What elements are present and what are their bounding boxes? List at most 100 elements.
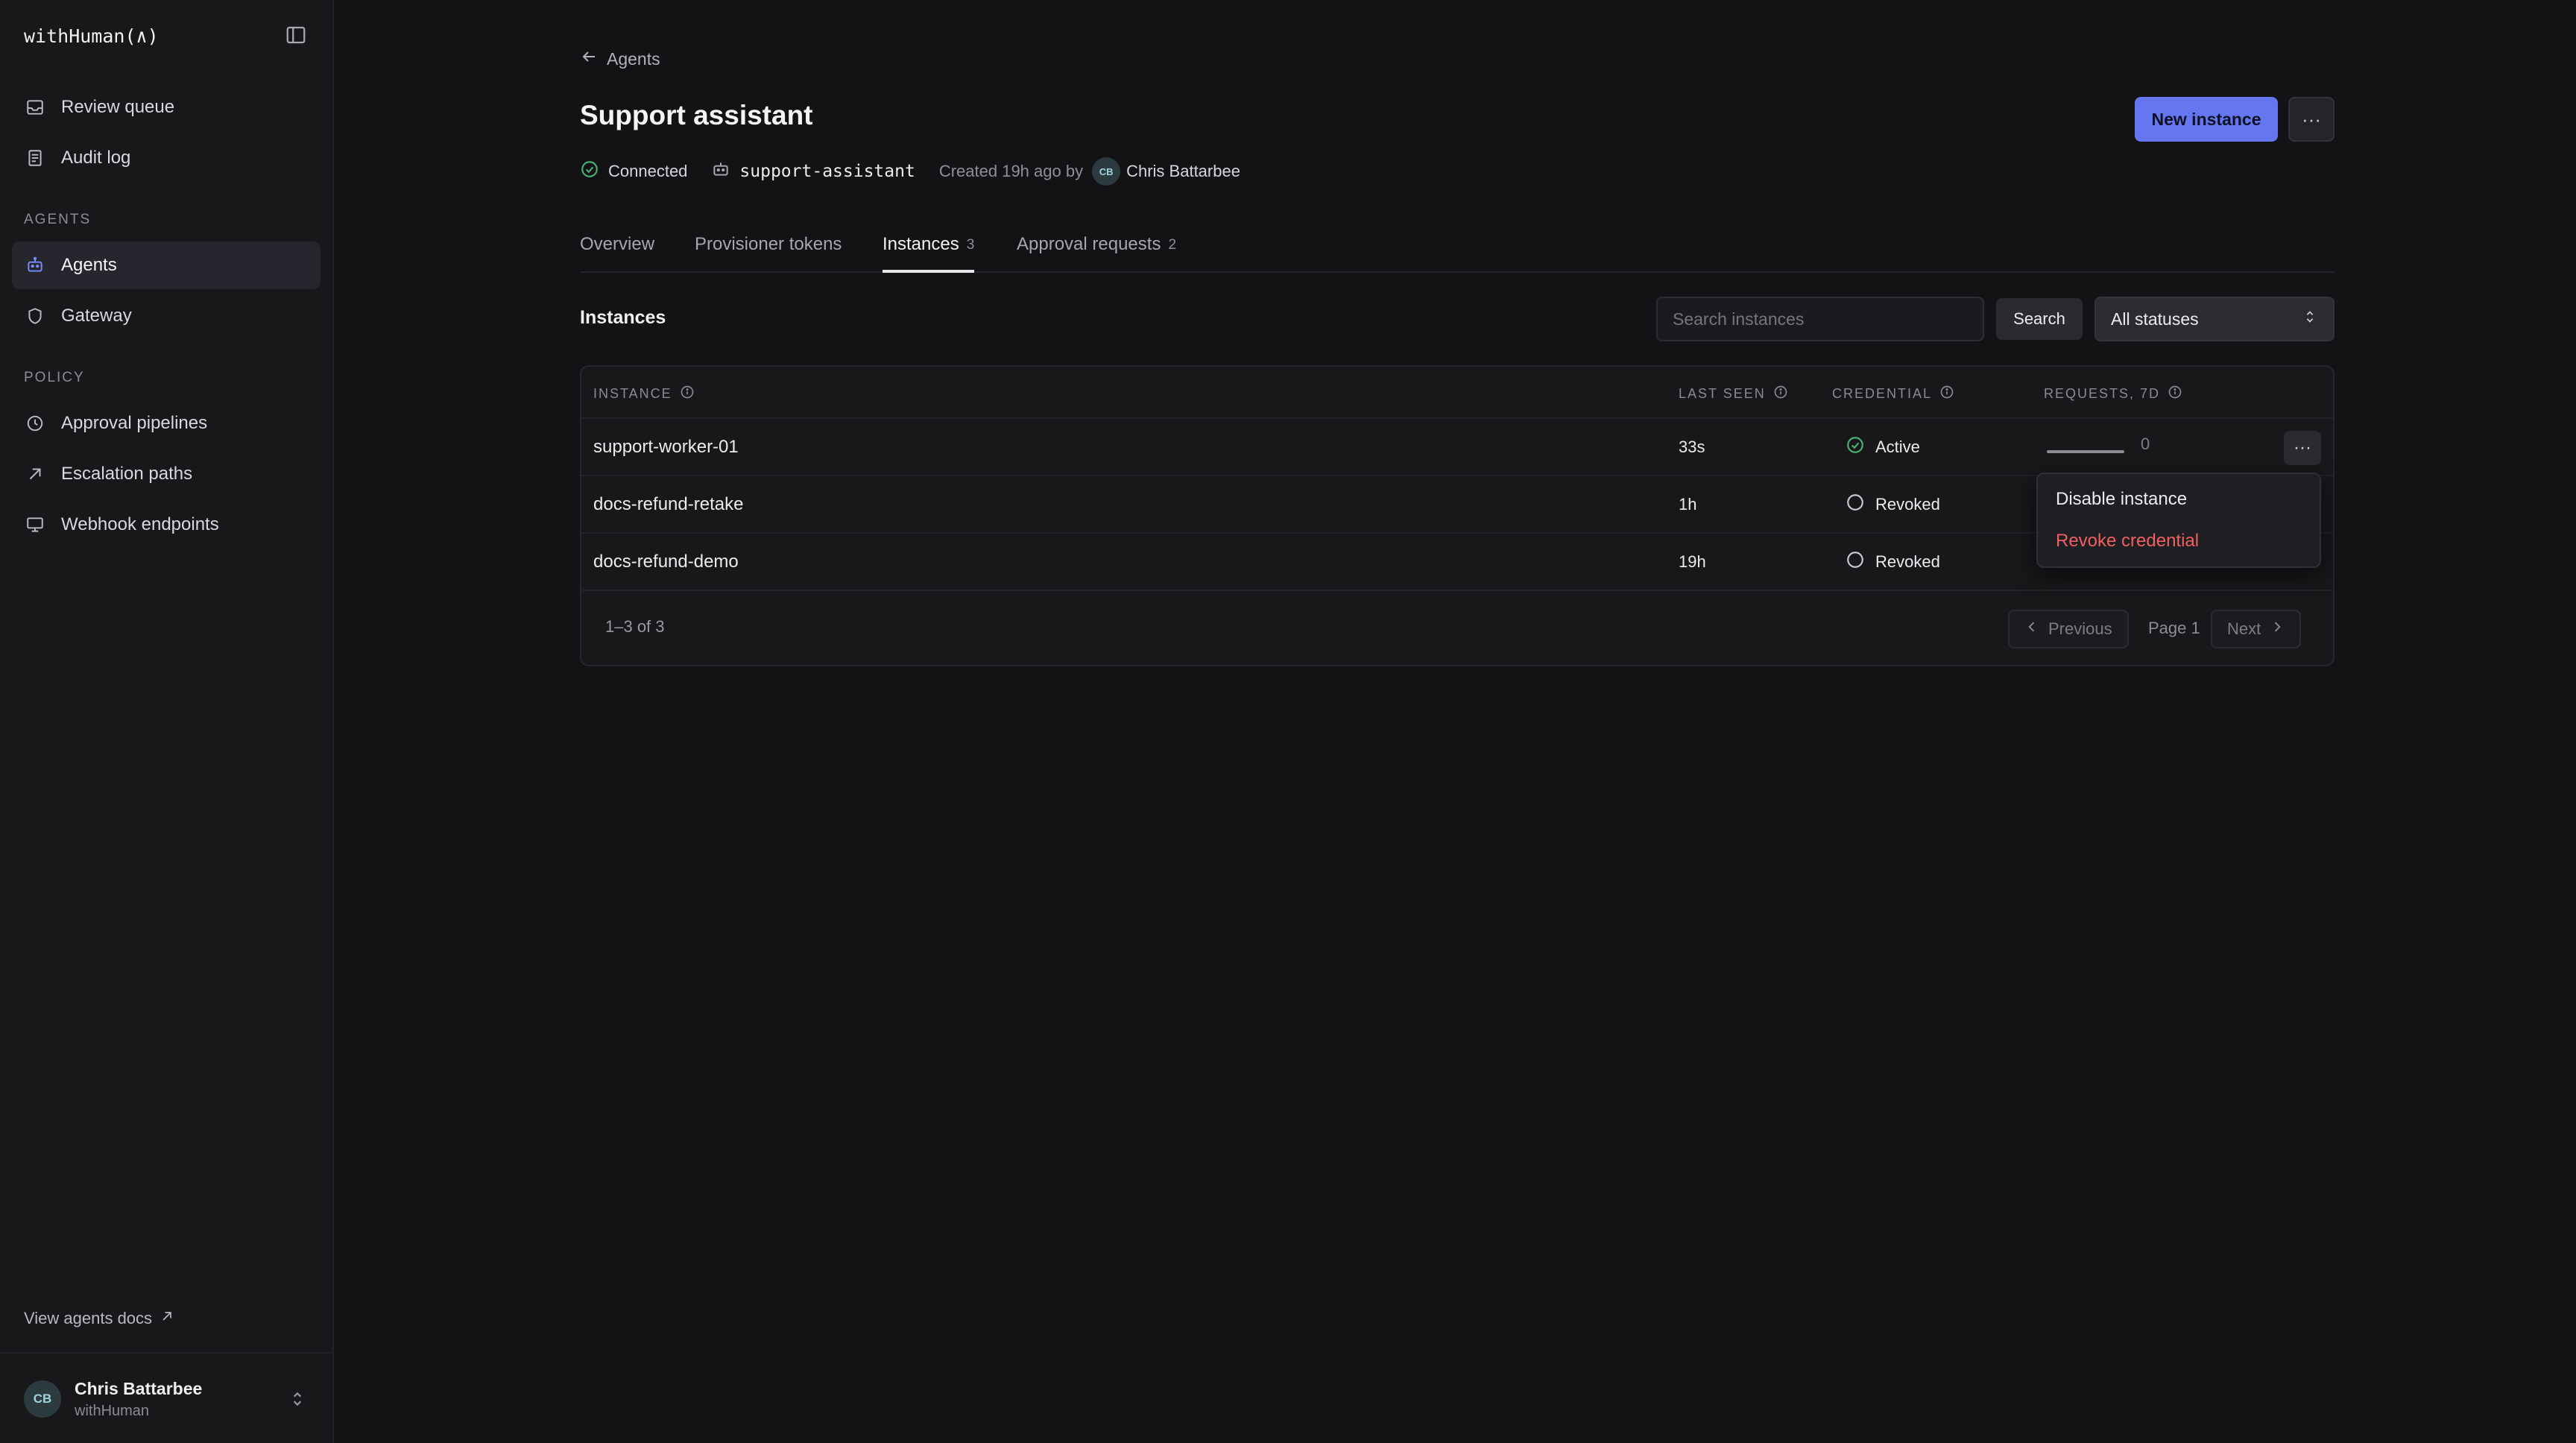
sidebar-toggle-icon[interactable] — [285, 24, 307, 46]
sidebar-item-label: Agents — [61, 255, 117, 275]
creator-name[interactable]: Chris Battarbee — [1126, 162, 1240, 181]
circle-icon — [1846, 493, 1865, 517]
clock-icon — [24, 412, 46, 435]
column-label: REQUESTS, 7D — [2044, 386, 2161, 401]
row-actions-button[interactable]: ··· — [2284, 431, 2321, 465]
docs-link-label: View agents docs — [24, 1309, 153, 1327]
agent-slug-label: support-assistant — [739, 162, 915, 181]
table-header: INSTANCE LAST SEEN CREDENTIAL REQUESTS, … — [581, 367, 2333, 419]
connection-status-label: Connected — [608, 162, 688, 180]
tab-bar: Overview Provisioner tokens Instances 3 … — [580, 224, 2334, 273]
check-circle-icon — [1846, 435, 1865, 459]
avatar: CB — [1092, 157, 1121, 186]
sidebar-item-audit-log[interactable]: Audit log — [12, 134, 321, 182]
search-button[interactable]: Search — [1996, 298, 2083, 340]
tab-count: 2 — [1168, 237, 1177, 253]
credential-status: Revoked — [1846, 476, 1940, 532]
agent-meta: Connected support-assistant Created 19h … — [580, 157, 1264, 186]
sidebar-item-approval-pipelines[interactable]: Approval pipelines — [12, 400, 321, 447]
sidebar-item-label: Webhook endpoints — [61, 514, 219, 534]
credential-status: Active — [1846, 419, 1920, 475]
sidebar-item-webhook-endpoints[interactable]: Webhook endpoints — [12, 501, 321, 549]
disable-instance-menu-item[interactable]: Disable instance — [2056, 489, 2187, 510]
search-input[interactable] — [1656, 297, 1984, 341]
next-page-button[interactable]: Next — [2211, 610, 2302, 648]
robot-icon — [711, 160, 730, 183]
sidebar: withHuman(∧) Review queue Audit log AGEN… — [0, 0, 334, 1443]
robot-icon — [24, 254, 46, 277]
user-menu[interactable]: CB Chris Battarbee withHuman — [0, 1352, 332, 1443]
external-link-icon — [160, 1309, 174, 1328]
sparkline — [2047, 449, 2124, 453]
arrow-up-right-icon — [24, 463, 46, 485]
tab-label: Overview — [580, 234, 655, 254]
info-icon[interactable] — [1773, 385, 1788, 403]
breadcrumb[interactable]: Agents — [580, 48, 660, 70]
page-indicator: Page 1 — [2148, 619, 2200, 637]
pagination-range: 1–3 of 3 — [605, 617, 665, 636]
tab-provisioner-tokens[interactable]: Provisioner tokens — [695, 234, 842, 273]
table-row[interactable]: support-worker-01 33s Active 0 ··· — [581, 419, 2333, 476]
credential-label: Revoked — [1875, 552, 1940, 571]
previous-label: Previous — [2048, 619, 2112, 638]
sidebar-item-escalation-paths[interactable]: Escalation paths — [12, 450, 321, 498]
info-icon[interactable] — [680, 385, 695, 403]
instance-name[interactable]: support-worker-01 — [593, 419, 739, 475]
requests-sparkline: 0 — [2047, 419, 2150, 475]
instance-name[interactable]: docs-refund-demo — [593, 534, 739, 590]
user-org: withHuman — [75, 1403, 150, 1419]
tab-label: Instances — [883, 234, 959, 254]
breadcrumb-label: Agents — [607, 48, 660, 69]
connection-status: Connected — [580, 160, 687, 183]
sidebar-item-label: Audit log — [61, 148, 131, 168]
revoke-credential-menu-item[interactable]: Revoke credential — [2056, 531, 2199, 552]
page-more-button[interactable]: ··· — [2288, 97, 2334, 142]
circle-icon — [1846, 550, 1865, 574]
requests-count: 0 — [2141, 434, 2150, 453]
avatar: CB — [24, 1380, 61, 1418]
shield-icon — [24, 305, 46, 327]
column-label: CREDENTIAL — [1832, 386, 1933, 401]
page-title: Support assistant — [580, 100, 813, 130]
tab-approval-requests[interactable]: Approval requests 2 — [1017, 234, 1176, 273]
credential-label: Revoked — [1875, 494, 1940, 514]
column-header-credential: CREDENTIAL — [1832, 385, 1954, 403]
sidebar-item-gateway[interactable]: Gateway — [12, 292, 321, 340]
view-docs-link[interactable]: View agents docs — [24, 1309, 174, 1328]
status-filter-value: All statuses — [2111, 309, 2199, 329]
new-instance-button[interactable]: New instance — [2135, 97, 2278, 142]
section-heading-policy: POLICY — [24, 370, 85, 385]
app-logo[interactable]: withHuman(∧) — [24, 25, 159, 47]
sidebar-item-label: Review queue — [61, 97, 175, 117]
chevron-right-icon — [2270, 619, 2285, 639]
chevron-up-down-icon[interactable] — [288, 1388, 307, 1410]
column-header-requests: REQUESTS, 7D — [2044, 385, 2182, 403]
last-seen: 19h — [1679, 552, 1706, 571]
row-actions-menu: Disable instance Revoke credential — [2036, 473, 2321, 568]
column-header-instance: INSTANCE — [593, 385, 695, 403]
sidebar-item-review-queue[interactable]: Review queue — [12, 83, 321, 131]
tab-overview[interactable]: Overview — [580, 234, 654, 273]
credential-label: Active — [1875, 437, 1920, 456]
info-icon[interactable] — [2168, 385, 2182, 403]
info-icon[interactable] — [1939, 385, 1954, 403]
section-heading-agents: AGENTS — [24, 212, 92, 227]
column-label: LAST SEEN — [1679, 386, 1766, 401]
monitor-icon — [24, 514, 46, 536]
inbox-icon — [24, 96, 46, 119]
instance-name[interactable]: docs-refund-retake — [593, 476, 743, 532]
created-text: Created 19h ago by — [938, 162, 1084, 180]
sidebar-item-agents[interactable]: Agents — [12, 241, 321, 289]
column-label: INSTANCE — [593, 386, 672, 401]
tab-count: 3 — [966, 237, 975, 253]
previous-page-button[interactable]: Previous — [2008, 610, 2129, 648]
sidebar-item-label: Escalation paths — [61, 464, 193, 484]
status-filter-select[interactable]: All statuses — [2094, 297, 2334, 341]
user-name: Chris Battarbee — [75, 1379, 203, 1398]
check-circle-icon — [580, 160, 599, 183]
tab-label: Approval requests — [1017, 234, 1161, 254]
chevron-up-down-icon — [2302, 307, 2318, 331]
arrow-left-icon — [580, 48, 598, 70]
credential-status: Revoked — [1846, 534, 1940, 590]
tab-instances[interactable]: Instances 3 — [883, 234, 975, 273]
